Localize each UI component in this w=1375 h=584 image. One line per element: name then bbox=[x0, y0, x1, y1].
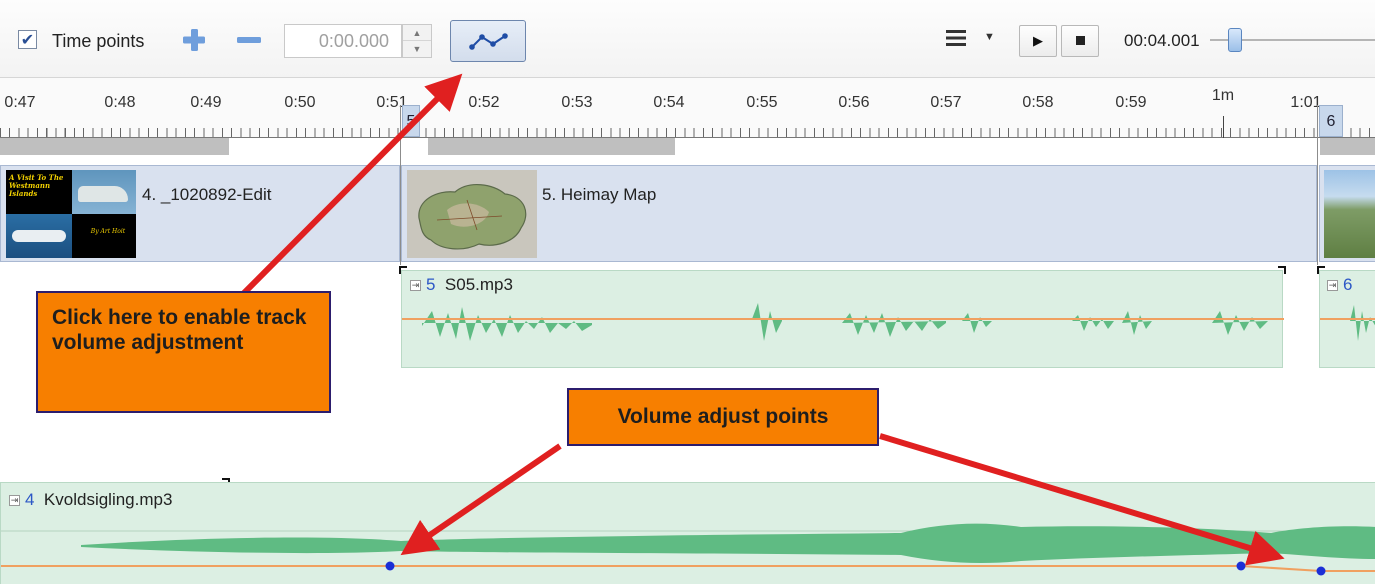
playback-time: 00:04.001 bbox=[1124, 31, 1200, 50]
minus-icon[interactable] bbox=[236, 27, 262, 53]
ruler-label: 0:58 bbox=[1022, 94, 1054, 111]
ruler-label: 0:53 bbox=[561, 94, 593, 111]
spin-up-icon[interactable]: ▲ bbox=[403, 25, 431, 41]
slide-marker[interactable]: 6 bbox=[1319, 105, 1343, 137]
audio-clip-5[interactable]: ⇥ 5 S05.mp3 bbox=[401, 270, 1284, 368]
waveform bbox=[1320, 305, 1375, 341]
thumbnail-byline: By Art Hoit bbox=[90, 228, 126, 235]
ruler-label: 0:50 bbox=[284, 94, 316, 111]
slide-thumbnail bbox=[1324, 170, 1375, 258]
slide-divider bbox=[1317, 105, 1318, 265]
range-bar bbox=[428, 138, 675, 155]
callout-adjust-points: Volume adjust points bbox=[567, 388, 879, 446]
ruler-label: 0:52 bbox=[468, 94, 500, 111]
volume-adjust-point[interactable] bbox=[1236, 561, 1246, 571]
ruler-label: 0:49 bbox=[190, 94, 222, 111]
ruler-label: 0:47 bbox=[4, 94, 36, 111]
time-spinner[interactable]: ▲ ▼ bbox=[402, 24, 432, 58]
waveform bbox=[402, 303, 1284, 341]
slide-label: 5. Heimay Map bbox=[542, 185, 657, 204]
ruler-label: 0:55 bbox=[746, 94, 778, 111]
toolbar: ✔ Time points 0:00.000 ▲ ▼ ▼ ▶ 00:04.001 bbox=[0, 0, 1375, 78]
volume-envelope-icon bbox=[469, 33, 508, 50]
time-points-checkbox[interactable]: ✔ bbox=[18, 30, 37, 49]
plus-icon[interactable] bbox=[181, 27, 207, 53]
slide-clip-4[interactable]: A Visit To The Westmann Islands By Art H… bbox=[0, 165, 400, 262]
volume-adjust-point[interactable] bbox=[1316, 566, 1326, 576]
ruler-label: 0:56 bbox=[838, 94, 870, 111]
play-button[interactable]: ▶ bbox=[1019, 25, 1057, 57]
slide-thumbnail-map bbox=[407, 170, 537, 258]
slide-label: 4. _1020892-Edit bbox=[142, 185, 272, 204]
ruler-label: 0:48 bbox=[104, 94, 136, 111]
slide-clip-5[interactable]: 5. Heimay Map bbox=[401, 165, 1317, 262]
menu-icon[interactable] bbox=[946, 28, 968, 48]
waveform bbox=[1, 523, 1375, 576]
ruler-label: 0:59 bbox=[1115, 94, 1147, 111]
chevron-down-icon[interactable]: ▼ bbox=[984, 31, 995, 43]
clip-bracket bbox=[399, 266, 407, 274]
slide-clip-6[interactable] bbox=[1319, 165, 1375, 262]
stop-button[interactable] bbox=[1061, 25, 1099, 57]
thumbnail-title-text: A Visit To The Westmann Islands bbox=[9, 173, 64, 198]
time-points-label: Time points bbox=[52, 31, 145, 51]
clip-bracket bbox=[1317, 266, 1325, 274]
time-value-input[interactable]: 0:00.000 bbox=[284, 24, 402, 58]
zoom-slider-thumb[interactable] bbox=[1228, 28, 1242, 52]
range-bar bbox=[1320, 138, 1375, 155]
audio-clip-4[interactable]: ⇥ 4 Kvoldsigling.mp3 bbox=[0, 482, 1375, 584]
volume-envelope-button[interactable] bbox=[450, 20, 526, 62]
play-icon: ▶ bbox=[1033, 33, 1043, 48]
ruler-label: 0:54 bbox=[653, 94, 685, 111]
ruler-major-tick bbox=[1223, 116, 1224, 138]
clip-bracket bbox=[1278, 266, 1286, 274]
slide-thumbnail: A Visit To The Westmann Islands By Art H… bbox=[6, 170, 136, 258]
ruler-label: 0:57 bbox=[930, 94, 962, 111]
callout-enable-volume: Click here to enable track volume adjust… bbox=[36, 291, 331, 413]
audio-clip-6[interactable]: ⇥ 6 bbox=[1319, 270, 1375, 368]
range-bar bbox=[0, 138, 229, 155]
ruler-label: 1m bbox=[1211, 87, 1235, 104]
stop-icon bbox=[1076, 36, 1085, 45]
volume-adjust-point[interactable] bbox=[385, 561, 395, 571]
spin-down-icon[interactable]: ▼ bbox=[403, 41, 431, 57]
slide-marker[interactable]: 5 bbox=[402, 105, 420, 137]
timeline-ruler[interactable]: 0:47 0:48 0:49 0:50 0:51 0:52 0:53 0:54 … bbox=[0, 78, 1375, 138]
